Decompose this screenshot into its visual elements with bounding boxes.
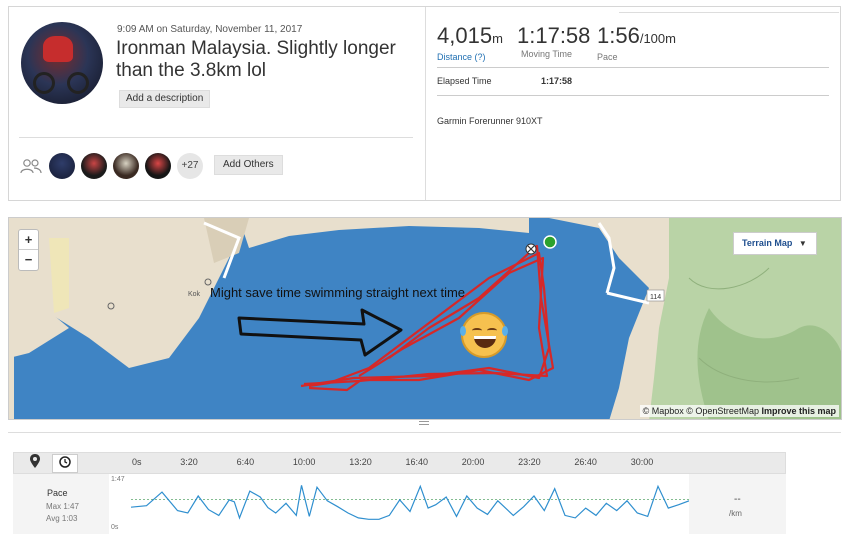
time-tick-label: 16:40 xyxy=(405,457,429,467)
bike-wheel xyxy=(33,72,55,94)
analysis-chart: 0s 3:20 6:40 10:00 13:20 16:40 20:00 23:20 26:40… xyxy=(8,432,841,539)
mapbox-link[interactable]: © Mapbox xyxy=(643,406,684,416)
add-description-button[interactable]: Add a description xyxy=(119,90,211,108)
group-icon xyxy=(20,159,42,174)
clock-icon[interactable] xyxy=(52,454,78,473)
activity-header-card: 9:09 AM on Saturday, November 11, 2017 I… xyxy=(8,6,841,201)
metric-avg: Avg 1:03 xyxy=(46,514,78,523)
distance-label[interactable]: Distance (?) xyxy=(437,52,503,62)
time-tick-label: 6:40 xyxy=(236,457,255,467)
pace-stat: 1:56/100m Pace xyxy=(597,23,676,62)
zoom-control: + − xyxy=(18,229,39,271)
metric-name: Pace xyxy=(47,488,68,498)
metric-max: Max 1:47 xyxy=(46,502,79,511)
activity-page: 9:09 AM on Saturday, November 11, 2017 I… xyxy=(0,0,850,539)
time-tick-label: 10:00 xyxy=(292,457,316,467)
terrain-map-label: Terrain Map xyxy=(742,238,793,248)
activity-title: Ironman Malaysia. Slightly longer than t… xyxy=(116,38,396,81)
terrain-map-dropdown[interactable]: Terrain Map ▼ xyxy=(733,232,817,255)
moving-time-value: 1:17:58 xyxy=(517,23,591,48)
time-tick-label: 30:00 xyxy=(630,457,654,467)
time-tick-label: 13:20 xyxy=(349,457,372,467)
athlete-list: +27 xyxy=(49,153,203,179)
time-tick-label: 20:00 xyxy=(461,457,485,467)
improve-map-link[interactable]: Improve this map xyxy=(761,406,836,416)
athlete-avatar[interactable] xyxy=(21,22,103,104)
athlete-avatar-small[interactable] xyxy=(145,153,171,179)
divider xyxy=(437,67,829,68)
readout-value: -- xyxy=(734,494,741,505)
activity-stats: 4,015m Distance (?) 1:17:58 Moving Time … xyxy=(427,7,841,200)
activity-map[interactable]: 114 Kok + − Terrain Map ▼ Might save tim… xyxy=(8,217,842,420)
time-tick-label: 3:20 xyxy=(180,457,198,467)
distance-value: 4,015 xyxy=(437,23,493,48)
pace-label: Pace xyxy=(597,52,618,62)
map-attribution: © Mapbox © OpenStreetMap Improve this ma… xyxy=(639,405,839,417)
y-bottom-label: 0s xyxy=(111,524,119,531)
pace-readout: -- /km xyxy=(689,474,786,534)
rider-shape xyxy=(43,36,73,62)
bike-wheel xyxy=(67,72,89,94)
divider xyxy=(19,137,413,138)
osm-link[interactable]: © OpenStreetMap xyxy=(686,406,759,416)
zoom-in-button[interactable]: + xyxy=(19,230,38,250)
chart-toolbar: 0s 3:20 6:40 10:00 13:20 16:40 20:00 23:20 26:40… xyxy=(13,452,786,474)
pace-value: 1:56 xyxy=(597,23,640,48)
elapsed-time-value: 1:17:58 xyxy=(541,76,573,86)
moving-time-stat: 1:17:58 Moving Time xyxy=(517,23,590,59)
y-top-label: 1:47 xyxy=(111,476,125,483)
map-canvas: 114 Kok xyxy=(9,218,841,419)
activity-timestamp: 9:09 AM on Saturday, November 11, 2017 xyxy=(117,24,303,35)
device-name: Garmin Forerunner 910XT xyxy=(437,116,543,126)
time-tick-label: 0s xyxy=(132,457,142,467)
pace-line-chart xyxy=(130,484,689,520)
athlete-avatar-small[interactable] xyxy=(81,153,107,179)
time-tick-label: 23:20 xyxy=(518,457,541,467)
readout-unit: /km xyxy=(729,509,742,518)
elapsed-time-label: Elapsed Time xyxy=(437,76,492,86)
map-annotation: Might save time swimming straight next t… xyxy=(210,285,466,300)
divider xyxy=(437,95,829,96)
chevron-down-icon: ▼ xyxy=(798,239,807,248)
time-tick-label: 26:40 xyxy=(574,457,597,467)
pace-metric-panel: Pace Max 1:47 Avg 1:03 xyxy=(13,474,109,534)
place-label: Kok xyxy=(188,291,201,298)
athlete-avatar-small[interactable] xyxy=(49,153,75,179)
moving-time-label: Moving Time xyxy=(521,49,573,59)
map-resize-handle[interactable] xyxy=(419,421,429,425)
distance-stat: 4,015m Distance (?) xyxy=(437,23,503,62)
activity-summary: 9:09 AM on Saturday, November 11, 2017 I… xyxy=(9,7,426,200)
pace-unit: /100m xyxy=(639,31,676,46)
pace-plot[interactable]: 1:47 0s xyxy=(109,474,689,534)
add-others-button[interactable]: Add Others xyxy=(214,155,283,175)
zoom-out-button[interactable]: − xyxy=(19,250,38,270)
pace-series-line xyxy=(130,484,689,520)
athlete-avatar-small[interactable] xyxy=(113,153,139,179)
laughing-emoji-icon xyxy=(460,312,508,358)
road-label: 114 xyxy=(650,294,661,301)
map-pin-icon[interactable] xyxy=(22,454,48,473)
distance-unit: m xyxy=(492,31,503,46)
more-athletes-badge[interactable]: +27 xyxy=(177,153,203,179)
